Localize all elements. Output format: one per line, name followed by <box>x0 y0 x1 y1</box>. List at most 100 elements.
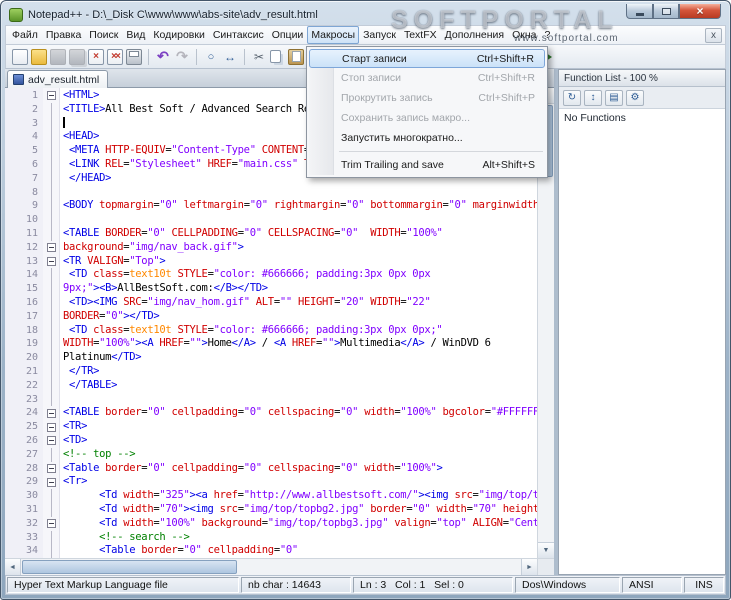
menu-item-help[interactable]: ? <box>541 26 555 44</box>
save-icon[interactable] <box>50 49 66 65</box>
code-segment: cellspacing <box>268 462 334 474</box>
menu-item-window[interactable]: Окна <box>508 26 540 44</box>
scroll-right-button[interactable]: ► <box>521 559 537 575</box>
macro-menu-item-save-recorded[interactable]: Сохранить запись макро... <box>309 108 545 128</box>
macro-menu-item-run-multiple[interactable]: Запустить многократно... <box>309 128 545 148</box>
close-file-icon[interactable] <box>88 49 104 65</box>
fold-marker[interactable] <box>43 406 59 420</box>
scroll-down-button[interactable]: ▼ <box>538 542 554 558</box>
code-segment: <HEAD> <box>63 130 99 142</box>
find-icon[interactable] <box>203 49 219 65</box>
function-list-content[interactable]: No Functions <box>559 109 725 574</box>
menu-item-language[interactable]: Синтаксис <box>209 26 268 44</box>
replace-icon[interactable] <box>222 49 238 65</box>
fold-line <box>43 117 59 131</box>
undo-icon[interactable] <box>155 49 171 65</box>
save-all-icon[interactable] <box>69 49 85 65</box>
code-segment: <TR> <box>63 420 87 432</box>
code-segment: <Tr> <box>63 475 87 487</box>
menu-item-settings[interactable]: Опции <box>268 26 308 44</box>
line-number: 29 <box>5 475 43 489</box>
line-number: 8 <box>5 186 43 200</box>
code-segment: ></TD> <box>123 310 159 322</box>
fold-line <box>43 365 59 379</box>
open-file-icon[interactable] <box>31 49 47 65</box>
line-number: 21 <box>5 365 43 379</box>
fold-marker[interactable] <box>43 462 59 476</box>
redo-icon[interactable] <box>174 49 190 65</box>
menu-item-run[interactable]: Запуск <box>359 26 400 44</box>
close-button[interactable]: × <box>679 4 721 19</box>
fold-box-icon <box>47 257 56 266</box>
code-text: <TD class=text10t STYLE="color: #666666;… <box>59 324 537 338</box>
settings-icon[interactable]: ⚙ <box>626 90 644 106</box>
code-text: <BODY topmargin="0" leftmargin="0" right… <box>59 199 537 213</box>
horizontal-scroll-thumb[interactable] <box>22 560 237 574</box>
notepadpp-logo-icon <box>9 8 23 22</box>
fold-marker[interactable] <box>43 420 59 434</box>
editor-line: 17BORDER="0"></TD> <box>5 310 537 324</box>
reload-icon[interactable]: ↻ <box>563 90 581 106</box>
editor-line: 19WIDTH="100%"><A HREF="">Home</A> / <A … <box>5 337 537 351</box>
print-icon[interactable] <box>126 49 142 65</box>
fold-marker[interactable] <box>43 241 59 255</box>
code-segment: <A <box>274 337 292 349</box>
code-segment: "20" <box>340 296 364 308</box>
menu-item-textfx[interactable]: TextFX <box>400 26 441 44</box>
menu-item-search[interactable]: Поиск <box>85 26 122 44</box>
code-segment: "" <box>190 337 202 349</box>
title-bar[interactable]: Notepad++ - D:\_Disk C\www\www\abs-site\… <box>5 4 640 25</box>
tab-adv-result-html[interactable]: adv_result.html <box>7 70 108 88</box>
macro-menu-item-start-recording[interactable]: Старт записиCtrl+Shift+R <box>309 49 545 68</box>
fold-line <box>43 130 59 144</box>
code-text: <Td width="100%" background="img/top/top… <box>59 517 537 531</box>
menubar-close-button[interactable]: x <box>705 28 722 43</box>
menu-item-edit[interactable]: Правка <box>42 26 85 44</box>
line-number: 24 <box>5 406 43 420</box>
menu-item-encoding[interactable]: Кодировки <box>149 26 208 44</box>
fold-marker[interactable] <box>43 517 59 531</box>
fold-line <box>43 448 59 462</box>
menu-item-macro[interactable]: Макросы <box>307 26 359 44</box>
fold-marker[interactable] <box>43 475 59 489</box>
copy-icon[interactable] <box>270 50 281 63</box>
scroll-left-button[interactable]: ◄ <box>5 559 21 575</box>
editor-line: 21 </TR> <box>5 365 537 379</box>
macro-dropdown: Старт записиCtrl+Shift+RСтоп записиCtrl+… <box>306 46 548 178</box>
code-text: <Td width="70"><img src="img/top/topbg2.… <box>59 503 537 517</box>
editor-line: 29 <Tr> <box>5 475 537 489</box>
macro-menu-item-trim-trailing-and-save[interactable]: Trim Trailing and saveAlt+Shift+S <box>309 155 545 175</box>
code-segment: "0" <box>280 544 298 556</box>
maximize-button[interactable] <box>653 4 679 19</box>
line-number: 32 <box>5 517 43 531</box>
paste-icon[interactable] <box>288 49 304 65</box>
menu-item-view[interactable]: Вид <box>122 26 149 44</box>
fold-marker[interactable] <box>43 89 59 103</box>
cut-icon[interactable] <box>251 49 267 65</box>
line-number: 13 <box>5 255 43 269</box>
code-segment: border <box>105 406 141 418</box>
function-list-panel: Function List - 100 % ↻↕▤⚙ No Functions <box>558 69 726 575</box>
fold-marker[interactable] <box>43 434 59 448</box>
close-all-icon[interactable] <box>107 49 123 65</box>
horizontal-scrollbar[interactable]: ◄ ► <box>5 558 554 575</box>
line-number: 1 <box>5 89 43 103</box>
minimize-button[interactable] <box>626 4 653 19</box>
menu-item-file[interactable]: Файл <box>8 26 42 44</box>
new-file-icon[interactable] <box>12 49 28 65</box>
collapse-all-icon[interactable]: ▤ <box>605 90 623 106</box>
line-number: 10 <box>5 213 43 227</box>
fold-marker[interactable] <box>43 255 59 269</box>
code-segment: > <box>238 241 244 253</box>
code-segment: <TITLE> <box>63 103 105 115</box>
code-segment: src <box>220 503 238 515</box>
code-segment: </HEAD> <box>69 172 111 184</box>
code-segment: cellpadding <box>171 462 237 474</box>
code-segment: > <box>159 255 165 267</box>
sort-icon[interactable]: ↕ <box>584 90 602 106</box>
menu-item-plugins[interactable]: Дополнения <box>441 26 508 44</box>
code-segment <box>63 503 99 515</box>
macro-menu-item-stop-recording[interactable]: Стоп записиCtrl+Shift+R <box>309 68 545 88</box>
status-insert-mode: INS <box>684 577 724 593</box>
macro-menu-item-playback[interactable]: Прокрутить записьCtrl+Shift+P <box>309 88 545 108</box>
